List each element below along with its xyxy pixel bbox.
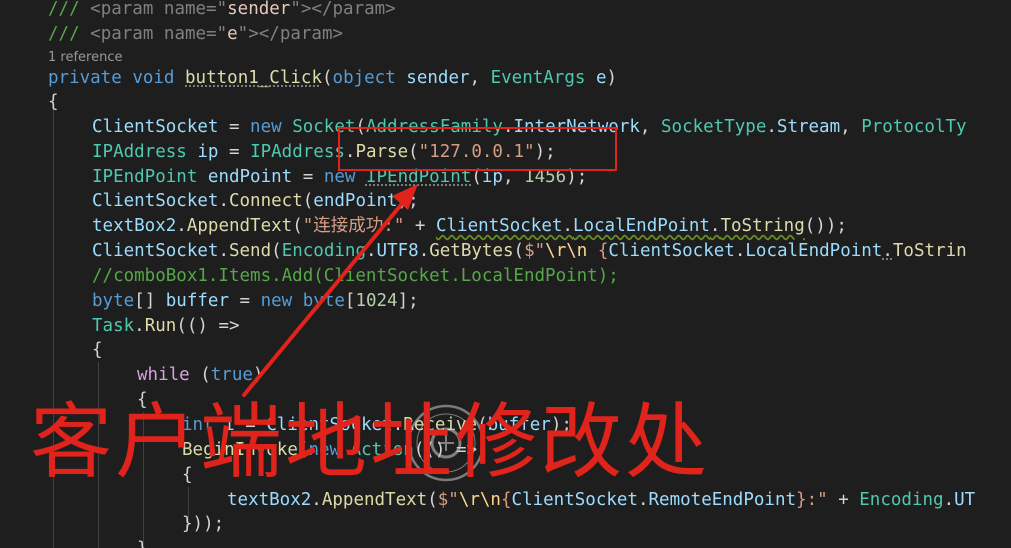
code-line[interactable]: { — [48, 90, 59, 115]
code-line[interactable]: //comboBox1.Items.Add(ClientSocket.Local… — [92, 264, 619, 289]
code-line[interactable]: textBox2.AppendText("连接成功:" + ClientSock… — [92, 214, 847, 239]
codelens-references[interactable]: 1 reference — [48, 48, 122, 68]
code-line[interactable]: } — [137, 537, 148, 548]
code-line[interactable]: /// <param name="e"></param> — [48, 22, 343, 47]
ip-string-literal: "127.0.0.1" — [418, 142, 535, 162]
code-line[interactable]: IPEndPoint endPoint = new IPEndPoint(ip,… — [92, 165, 587, 190]
code-line[interactable]: byte[] buffer = new byte[1024]; — [92, 289, 419, 314]
code-line[interactable]: ClientSocket = new Socket(AddressFamily.… — [92, 115, 967, 140]
annotation-text: 客户端地址修改处 — [30, 395, 711, 490]
code-line[interactable]: /// <param name="sender"></param> — [48, 0, 396, 22]
code-line[interactable]: private void button1_Click(object sender… — [48, 66, 617, 91]
code-line[interactable]: while (true) — [137, 363, 263, 388]
code-line[interactable]: { — [92, 338, 103, 363]
code-line[interactable]: ClientSocket.Send(Encoding.UTF8.GetBytes… — [92, 239, 967, 264]
code-line[interactable]: ClientSocket.Connect(endPoint); — [92, 189, 419, 214]
code-line[interactable]: Task.Run(() => — [92, 314, 240, 339]
code-line-ip-address[interactable]: IPAddress ip = IPAddress.Parse("127.0.0.… — [92, 140, 556, 165]
code-line[interactable]: })); — [182, 512, 224, 537]
